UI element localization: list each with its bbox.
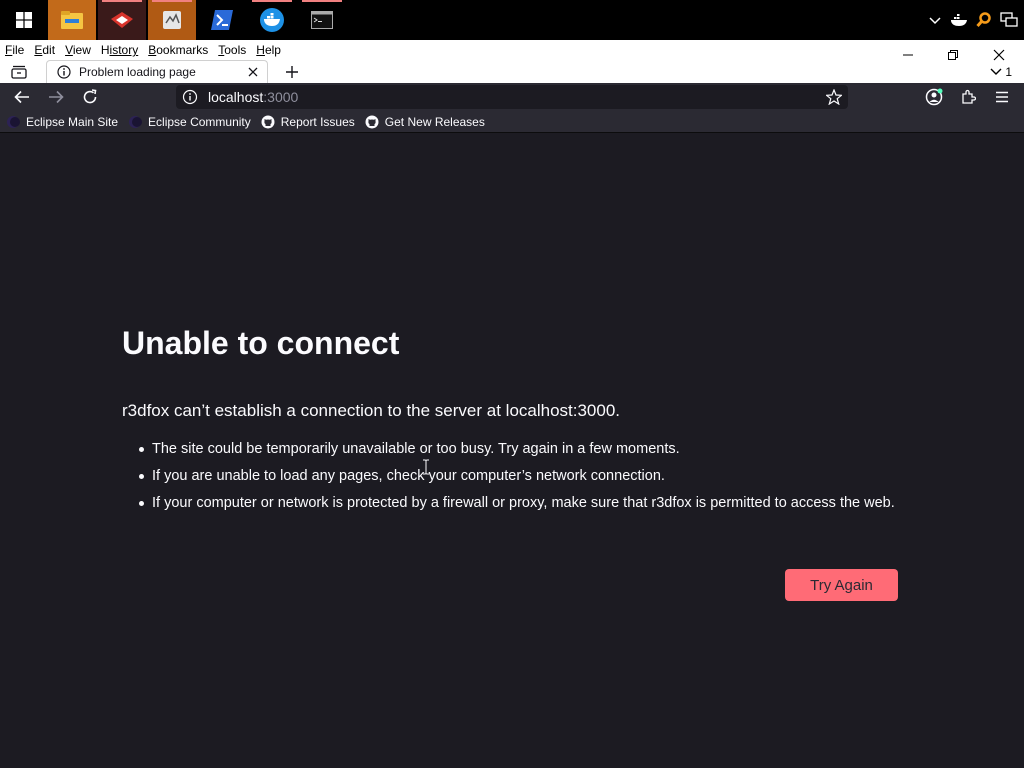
- puzzle-icon: [962, 89, 976, 104]
- menu-history-label: istory: [109, 43, 139, 57]
- bookmark-eclipse-main-site[interactable]: Eclipse Main Site: [6, 115, 118, 129]
- menu-history-key: H: [100, 43, 110, 57]
- menu-file[interactable]: File: [0, 40, 29, 60]
- tray-expand-chevron-icon[interactable]: [928, 13, 942, 27]
- error-title: Unable to connect: [122, 325, 400, 361]
- firefox-view-icon: [11, 65, 27, 79]
- restore-icon: [948, 50, 958, 60]
- text-cursor-icon: [423, 459, 429, 475]
- menu-bar: File Edit View History Bookmarks Tools H…: [0, 40, 1024, 60]
- bookmark-label: Eclipse Community: [148, 114, 251, 129]
- close-window-icon: [993, 49, 1005, 61]
- taskbar-powershell[interactable]: [198, 0, 246, 40]
- tab-title: Problem loading page: [79, 65, 196, 79]
- eclipse-icon: [128, 115, 143, 129]
- taskbar-file-explorer[interactable]: [48, 0, 96, 40]
- windows-logo-icon: [16, 12, 32, 28]
- tab-strip: Problem loading page 1: [0, 60, 1024, 83]
- hamburger-menu-icon: [996, 91, 1008, 103]
- forward-arrow-icon: [49, 90, 64, 104]
- url-host: localhost: [208, 89, 264, 105]
- bookmark-star-button[interactable]: [824, 87, 844, 107]
- close-icon: [248, 67, 258, 77]
- docker-icon: [260, 8, 284, 32]
- menu-view-key: V: [65, 43, 73, 57]
- bookmark-eclipse-community[interactable]: Eclipse Community: [128, 115, 251, 129]
- account-button[interactable]: [922, 85, 946, 109]
- navigation-toolbar: localhost:3000: [0, 83, 1024, 111]
- taskbar: [0, 0, 1024, 40]
- menu-view-label: iew: [72, 43, 91, 57]
- restore-button[interactable]: [930, 40, 976, 70]
- tab-close-button[interactable]: [245, 64, 261, 80]
- try-again-button[interactable]: Try Again: [785, 569, 898, 601]
- taskbar-app-red[interactable]: [98, 0, 146, 40]
- network-tray-icon[interactable]: [1000, 12, 1018, 28]
- site-info-icon[interactable]: [182, 89, 198, 105]
- taskbar-terminal[interactable]: [298, 0, 346, 40]
- error-suggestions-list: The site could be temporarily unavailabl…: [139, 439, 912, 520]
- menu-file-label: ile: [12, 43, 25, 57]
- bookmark-get-new-releases[interactable]: Get New Releases: [365, 115, 485, 129]
- file-explorer-icon: [61, 11, 83, 29]
- url-bar[interactable]: localhost:3000: [176, 85, 848, 109]
- menu-help-key: H: [256, 43, 265, 57]
- list-item: If you are unable to load any pages, che…: [139, 466, 912, 486]
- menu-view[interactable]: View: [60, 40, 96, 60]
- forward-button[interactable]: [44, 85, 68, 109]
- bookmark-label: Eclipse Main Site: [26, 114, 119, 129]
- error-short-description: r3dfox can’t establish a connection to t…: [122, 401, 621, 420]
- taskbar-docker[interactable]: [248, 0, 296, 40]
- star-icon: [826, 89, 842, 105]
- back-arrow-icon: [14, 90, 29, 104]
- github-icon: [261, 115, 275, 129]
- eclipse-icon: [6, 115, 20, 129]
- docker-tray-icon[interactable]: [950, 12, 968, 28]
- menu-help[interactable]: Help: [251, 40, 286, 60]
- search-tray-icon[interactable]: [976, 12, 992, 28]
- info-icon: [57, 65, 71, 79]
- firefox-view-button[interactable]: [8, 62, 30, 82]
- app-menu-button[interactable]: [990, 85, 1014, 109]
- reload-icon: [83, 89, 97, 104]
- system-tray: [928, 0, 1018, 40]
- github-icon: [365, 115, 379, 129]
- powershell-icon: [211, 10, 233, 30]
- app-notepad-icon: [163, 11, 181, 29]
- account-icon: [925, 88, 943, 106]
- menu-bookmarks-label: ookmarks: [156, 43, 209, 57]
- windows-start-button[interactable]: [0, 0, 48, 40]
- bookmark-label: Get New Releases: [384, 114, 485, 129]
- app-red-icon: [111, 12, 133, 28]
- menu-history[interactable]: History: [96, 40, 143, 60]
- minimize-icon: [903, 54, 913, 56]
- menu-edit-label: dit: [42, 43, 56, 57]
- new-tab-button[interactable]: [282, 62, 302, 82]
- minimize-button[interactable]: [885, 40, 931, 70]
- list-item: The site could be temporarily unavailabl…: [139, 439, 912, 459]
- reload-button[interactable]: [78, 85, 102, 109]
- menu-bookmarks[interactable]: Bookmarks: [143, 40, 213, 60]
- extensions-button[interactable]: [956, 85, 980, 109]
- bookmark-report-issues[interactable]: Report Issues: [261, 115, 355, 129]
- bookmark-label: Report Issues: [280, 114, 355, 129]
- error-page: Unable to connect r3dfox can’t establish…: [0, 133, 1024, 768]
- taskbar-app-notepad[interactable]: [148, 0, 196, 40]
- menu-help-label: elp: [264, 43, 281, 57]
- plus-icon: [286, 66, 298, 78]
- list-item: If your computer or network is protected…: [139, 493, 912, 513]
- back-button[interactable]: [10, 85, 34, 109]
- tab-problem-loading[interactable]: Problem loading page: [46, 60, 268, 83]
- menu-tools-label: ools: [224, 43, 247, 57]
- menu-tools[interactable]: Tools: [213, 40, 251, 60]
- close-window-button[interactable]: [976, 40, 1022, 70]
- menu-edit[interactable]: Edit: [29, 40, 60, 60]
- url-port: :3000: [263, 89, 299, 105]
- bookmarks-toolbar: Eclipse Main Site Eclipse Community Repo…: [0, 111, 1024, 133]
- terminal-icon: [311, 11, 333, 29]
